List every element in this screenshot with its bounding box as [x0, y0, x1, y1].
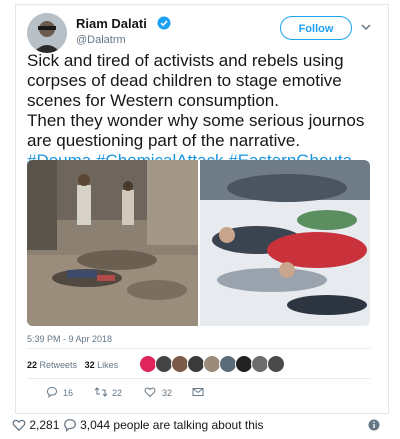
- tweet-media[interactable]: [27, 160, 370, 326]
- tweet-text: Sick and tired of activists and rebels u…: [27, 51, 383, 171]
- envelope-icon: [192, 388, 204, 396]
- tweet-text-line: scenes for Western consumption.: [27, 91, 279, 110]
- embed-footer: 2,281 3,044 people are talking about thi…: [12, 418, 264, 433]
- retweet-count: 22: [112, 388, 123, 398]
- heart-icon: [144, 387, 156, 398]
- tweet-actions: 16 22 32: [46, 386, 226, 402]
- heart-icon[interactable]: [12, 418, 26, 432]
- tweet-text-line: Then they wonder why some serious journo…: [27, 111, 365, 130]
- timestamp[interactable]: 5:39 PM - 9 Apr 2018: [27, 334, 112, 344]
- retweets-label[interactable]: Retweets: [40, 360, 78, 370]
- reply-icon: [46, 386, 58, 398]
- retweet-icon: [94, 387, 108, 397]
- retweets-count[interactable]: 22: [27, 360, 37, 370]
- info-icon[interactable]: [368, 419, 380, 431]
- photo-right[interactable]: [200, 160, 370, 326]
- reply-count: 16: [63, 388, 74, 398]
- footer-talking[interactable]: 3,044 people are talking about this: [80, 418, 263, 432]
- tweet-text-line: are questioning part of the narrative.: [27, 131, 301, 150]
- tweet-text-line: Sick and tired of activists and rebels u…: [27, 51, 344, 70]
- likes-count[interactable]: 32: [85, 360, 95, 370]
- avatar[interactable]: [267, 355, 285, 373]
- photo-left[interactable]: [27, 160, 198, 326]
- footer-likes[interactable]: 2,281: [29, 418, 59, 432]
- avatar[interactable]: [27, 13, 67, 53]
- likes-label[interactable]: Likes: [97, 360, 118, 370]
- author-handle[interactable]: @Dalatrm: [76, 34, 126, 46]
- chevron-down-icon[interactable]: [360, 21, 372, 33]
- follow-button[interactable]: Follow: [280, 16, 352, 40]
- engagement-stats: 22 Retweets 32 Likes: [27, 360, 118, 370]
- divider: [27, 378, 370, 379]
- tweet-text-line: corpses of dead children to stage emotiv…: [27, 71, 342, 90]
- like-count: 32: [162, 388, 173, 398]
- author-name[interactable]: Riam Dalati: [76, 16, 147, 31]
- speech-bubble-icon[interactable]: [63, 418, 77, 433]
- verified-icon: [157, 16, 171, 30]
- divider: [27, 348, 370, 349]
- tweet-card: Riam Dalati @Dalatrm Follow Sick and tir…: [15, 4, 389, 414]
